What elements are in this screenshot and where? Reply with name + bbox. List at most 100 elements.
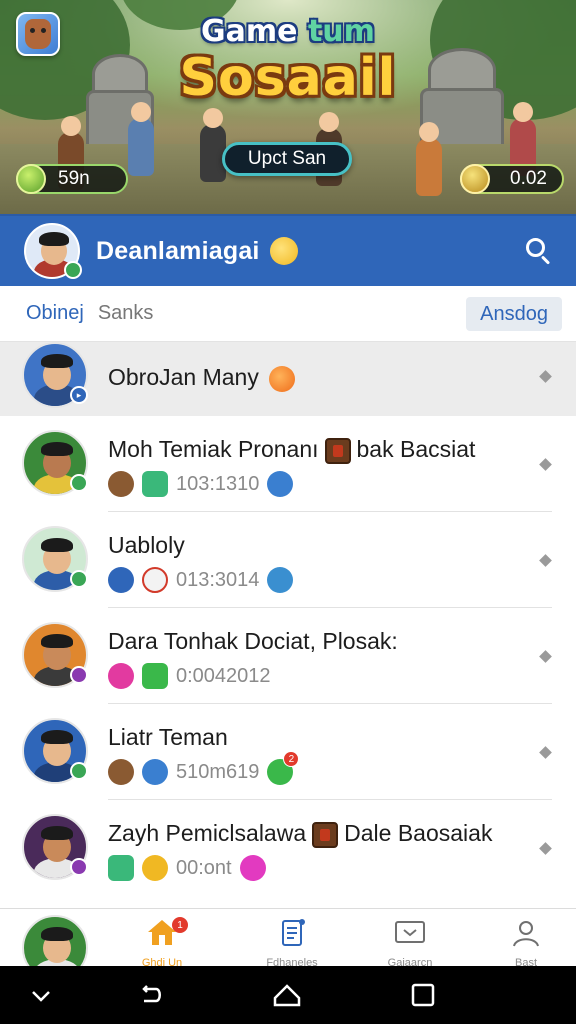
tab-obinej[interactable]: Obinej xyxy=(26,302,84,325)
back-icon[interactable] xyxy=(134,978,168,1012)
chat-name-text: Moh Temiak Pronanı xyxy=(108,436,319,462)
chevron-right-icon[interactable] xyxy=(539,554,552,567)
chat-avatar xyxy=(22,718,88,784)
chat-time: 00:ont xyxy=(176,856,232,879)
green-list-icon xyxy=(108,855,134,881)
search-icon[interactable] xyxy=(524,236,554,266)
online-status-icon xyxy=(64,261,82,279)
bottom-navigation: 1 Ghdi Un Fdhaneles Gaiaarcn Bast xyxy=(0,908,576,966)
brown-item-icon xyxy=(108,471,134,497)
person-icon xyxy=(513,921,539,947)
blue-globe-icon xyxy=(142,759,168,785)
game-banner: Game tum Sosaail Upct San 59n 0.02 xyxy=(0,0,576,214)
chevron-right-icon[interactable] xyxy=(539,370,552,383)
blue-badge-icon xyxy=(108,567,134,593)
chevron-right-icon[interactable] xyxy=(539,650,552,663)
chat-avatar xyxy=(22,430,88,496)
green-card-icon: 2 xyxy=(267,751,300,785)
nav-files[interactable]: Fdhaneles xyxy=(252,917,332,966)
chat-avatar xyxy=(22,814,88,880)
chat-name-text: ObroJan Many xyxy=(108,364,259,390)
red-face-icon xyxy=(142,567,168,593)
title-top-part1: Game xyxy=(201,14,308,49)
nav-home-label: Ghdi Un xyxy=(141,957,183,966)
nav-home[interactable]: 1 Ghdi Un xyxy=(122,917,202,966)
chat-subline: 0:0042012 xyxy=(108,662,279,690)
pink-heart-icon xyxy=(108,663,134,689)
profile-header: Deanlamiagai xyxy=(0,214,576,286)
chat-row[interactable]: Dara Tonhak Dociat, Plosak: 0:0042012 xyxy=(0,608,576,704)
green-status-icon xyxy=(70,474,88,492)
chat-time: 103:1310 xyxy=(176,472,260,495)
chat-avatar xyxy=(22,526,88,592)
document-icon xyxy=(282,919,305,946)
nav-inbox[interactable]: Gaiaarcn xyxy=(370,917,450,966)
purple-status-icon xyxy=(70,858,88,876)
brown-item-icon xyxy=(108,759,134,785)
treasure-box-icon xyxy=(324,437,351,464)
chat-name: Liatr Teman xyxy=(108,724,228,750)
notification-badge: 2 xyxy=(283,751,300,767)
update-button[interactable]: Upct San xyxy=(222,142,352,176)
blue-status-icon: ▸ xyxy=(70,386,88,404)
home-button-icon[interactable] xyxy=(270,978,304,1012)
chevron-right-icon[interactable] xyxy=(539,458,552,471)
chat-name: Moh Temiak Pronanı bak Bacsiat xyxy=(108,436,475,464)
nav-files-label: Fdhaneles xyxy=(266,957,318,966)
green-list-icon xyxy=(142,471,168,497)
recent-apps-icon[interactable] xyxy=(406,978,440,1012)
nav-account[interactable]: Bast xyxy=(486,917,566,966)
chat-name: Dara Tonhak Dociat, Plosak: xyxy=(108,628,398,654)
gold-coin-icon xyxy=(460,164,490,194)
gem-counter[interactable]: 59n xyxy=(16,164,128,194)
chat-row[interactable]: Uablоly 013:3014 xyxy=(0,512,576,608)
game-character xyxy=(416,122,442,196)
chat-avatar xyxy=(22,622,88,688)
coin-counter[interactable]: 0.02 xyxy=(460,164,564,194)
chat-time: 510m619 xyxy=(176,760,260,783)
coin-count: 0.02 xyxy=(510,168,547,189)
inbox-icon xyxy=(395,921,425,943)
user-avatar[interactable] xyxy=(24,223,82,279)
chat-subline: 00:ont xyxy=(108,854,274,882)
chat-row[interactable]: ▸ ObroJan Many xyxy=(0,342,576,416)
chat-row[interactable]: Zayh Pemiclsalawa Dale Baosaiak 00:ont xyxy=(0,800,576,908)
chat-name: Uablоly xyxy=(108,532,185,558)
banner-title-top: Game tum xyxy=(0,14,576,49)
tab-sanks[interactable]: Sanks xyxy=(98,302,154,325)
profile-name: Deanlamiagai xyxy=(96,236,260,265)
chat-time: 0:0042012 xyxy=(176,664,271,687)
chat-row[interactable]: Liatr Teman 510m619 2 xyxy=(0,704,576,800)
nav-inbox-label: Gaiaarcn xyxy=(387,957,433,966)
green-status-icon xyxy=(70,570,88,588)
chat-subline: 510m619 2 xyxy=(108,751,301,786)
chat-avatar: ▸ xyxy=(22,342,88,408)
chat-tabs: Obinej Sanks Ansdog xyxy=(0,286,576,342)
chat-name-suffix: Dale Baosaiak xyxy=(344,820,493,846)
nav-profile-avatar[interactable] xyxy=(22,915,88,966)
blue-card-icon xyxy=(267,471,294,497)
nav-account-label: Bast xyxy=(514,957,537,966)
blushing-emoji-icon xyxy=(269,365,296,392)
ansdog-button[interactable]: Ansdog xyxy=(466,297,562,331)
chat-subline: 103:1310 xyxy=(108,470,301,498)
chat-row[interactable]: Moh Temiak Pronanı bak Bacsiat 103:1310 xyxy=(0,416,576,512)
game-character xyxy=(128,102,154,176)
chat-name: ObroJan Many xyxy=(108,364,296,392)
surprised-emoji-icon xyxy=(142,855,168,881)
green-gem-icon xyxy=(16,164,46,194)
chevron-right-icon[interactable] xyxy=(539,746,552,759)
treasure-box-icon xyxy=(312,821,339,848)
system-navigation-bar xyxy=(0,966,576,1024)
purple-status-icon xyxy=(70,666,88,684)
chat-name-text: Zayh Pemiclsalawa xyxy=(108,820,307,846)
chevron-right-icon[interactable] xyxy=(539,842,552,855)
title-top-part2: tum xyxy=(307,14,375,49)
pink-blob-icon xyxy=(239,855,266,881)
chevron-down-icon[interactable] xyxy=(24,978,58,1012)
banner-title-main: Sosaail xyxy=(179,48,397,108)
chat-list: ▸ ObroJan Many Moh Temiak Pronanı bak Bac… xyxy=(0,342,576,908)
grinning-emoji-icon xyxy=(269,237,298,265)
chat-name-suffix: bak Bacsiat xyxy=(356,436,476,462)
green-plus-icon xyxy=(142,663,168,689)
